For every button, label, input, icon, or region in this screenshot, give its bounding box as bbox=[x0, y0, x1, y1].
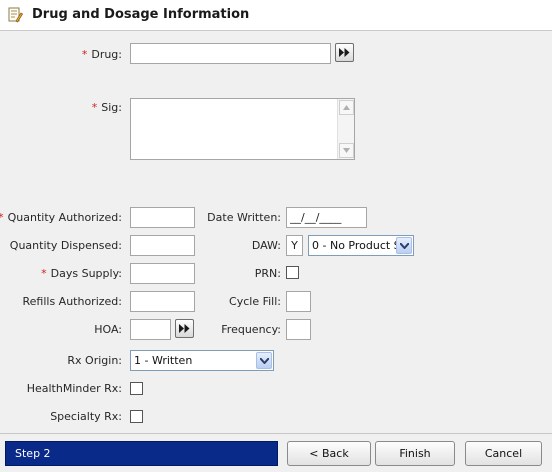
dropdown-button[interactable] bbox=[396, 237, 412, 254]
cancel-button[interactable]: Cancel bbox=[465, 441, 542, 466]
refills-authorized-label: Refills Authorized: bbox=[22, 295, 122, 308]
required-marker: * bbox=[91, 101, 98, 114]
specialty-rx-checkbox[interactable] bbox=[130, 410, 143, 423]
page-title: Drug and Dosage Information bbox=[32, 7, 250, 22]
frequency-input[interactable] bbox=[286, 319, 311, 340]
back-button[interactable]: < Back bbox=[287, 441, 371, 466]
date-written-input[interactable] bbox=[286, 207, 367, 228]
daw-label: DAW: bbox=[251, 239, 281, 252]
cycle-fill-label: Cycle Fill: bbox=[229, 295, 281, 308]
rx-origin-label: Rx Origin: bbox=[67, 354, 122, 367]
finish-button[interactable]: Finish bbox=[375, 441, 455, 466]
cycle-fill-input[interactable] bbox=[286, 291, 311, 312]
sig-textarea[interactable] bbox=[130, 98, 355, 160]
quantity-dispensed-input[interactable] bbox=[130, 235, 195, 256]
hoa-input[interactable] bbox=[130, 319, 171, 340]
step-indicator: Step 2 bbox=[5, 441, 278, 466]
healthminder-rx-label: HealthMinder Rx: bbox=[26, 382, 122, 395]
date-written-label: Date Written: bbox=[207, 211, 281, 224]
days-supply-label: * Days Supply: bbox=[41, 267, 122, 280]
drug-input[interactable] bbox=[130, 43, 331, 64]
required-marker: * bbox=[41, 267, 47, 280]
sig-label: * Sig: bbox=[91, 101, 122, 114]
scroll-up-button[interactable] bbox=[339, 100, 354, 115]
rx-origin-select[interactable]: 1 - Written bbox=[130, 350, 274, 371]
drug-lookup-button[interactable] bbox=[335, 43, 354, 62]
fast-forward-icon bbox=[179, 324, 190, 333]
scroll-down-button[interactable] bbox=[339, 143, 354, 158]
prn-label: PRN: bbox=[254, 267, 281, 280]
frequency-label: Frequency: bbox=[221, 323, 281, 336]
sig-scrollbar[interactable] bbox=[337, 99, 354, 159]
wizard-footer: Step 2 < Back Finish Cancel bbox=[0, 434, 552, 472]
required-marker: * bbox=[81, 48, 88, 61]
hoa-lookup-button[interactable] bbox=[175, 319, 194, 338]
dropdown-button[interactable] bbox=[256, 352, 272, 369]
required-marker: * bbox=[0, 211, 4, 224]
chevron-up-icon bbox=[343, 105, 350, 110]
prn-checkbox[interactable] bbox=[286, 266, 299, 279]
daw-code-input[interactable] bbox=[286, 235, 303, 256]
rx-origin-value: 1 - Written bbox=[134, 354, 193, 367]
drug-label: * Drug: bbox=[81, 48, 122, 61]
daw-value: 0 - No Product Se bbox=[312, 239, 408, 252]
quantity-authorized-label: *Quantity Authorized: bbox=[0, 211, 122, 224]
hoa-label: HOA: bbox=[94, 323, 122, 336]
drug-dosage-form: *Drug: *Sig: *Quantity Authorized: Quant… bbox=[0, 31, 552, 433]
days-supply-input[interactable] bbox=[130, 263, 195, 284]
healthminder-rx-checkbox[interactable] bbox=[130, 382, 143, 395]
chevron-down-icon bbox=[260, 358, 269, 364]
chevron-down-icon bbox=[400, 243, 409, 249]
chevron-down-icon bbox=[343, 148, 350, 153]
quantity-authorized-input[interactable] bbox=[130, 207, 195, 228]
specialty-rx-label: Specialty Rx: bbox=[50, 410, 122, 423]
quantity-dispensed-label: Quantity Dispensed: bbox=[9, 239, 122, 252]
refills-authorized-input[interactable] bbox=[130, 291, 195, 312]
fast-forward-icon bbox=[339, 48, 350, 57]
dialog-header: Drug and Dosage Information bbox=[0, 0, 552, 31]
daw-select[interactable]: 0 - No Product Se bbox=[308, 235, 414, 256]
document-pencil-icon bbox=[8, 7, 24, 23]
